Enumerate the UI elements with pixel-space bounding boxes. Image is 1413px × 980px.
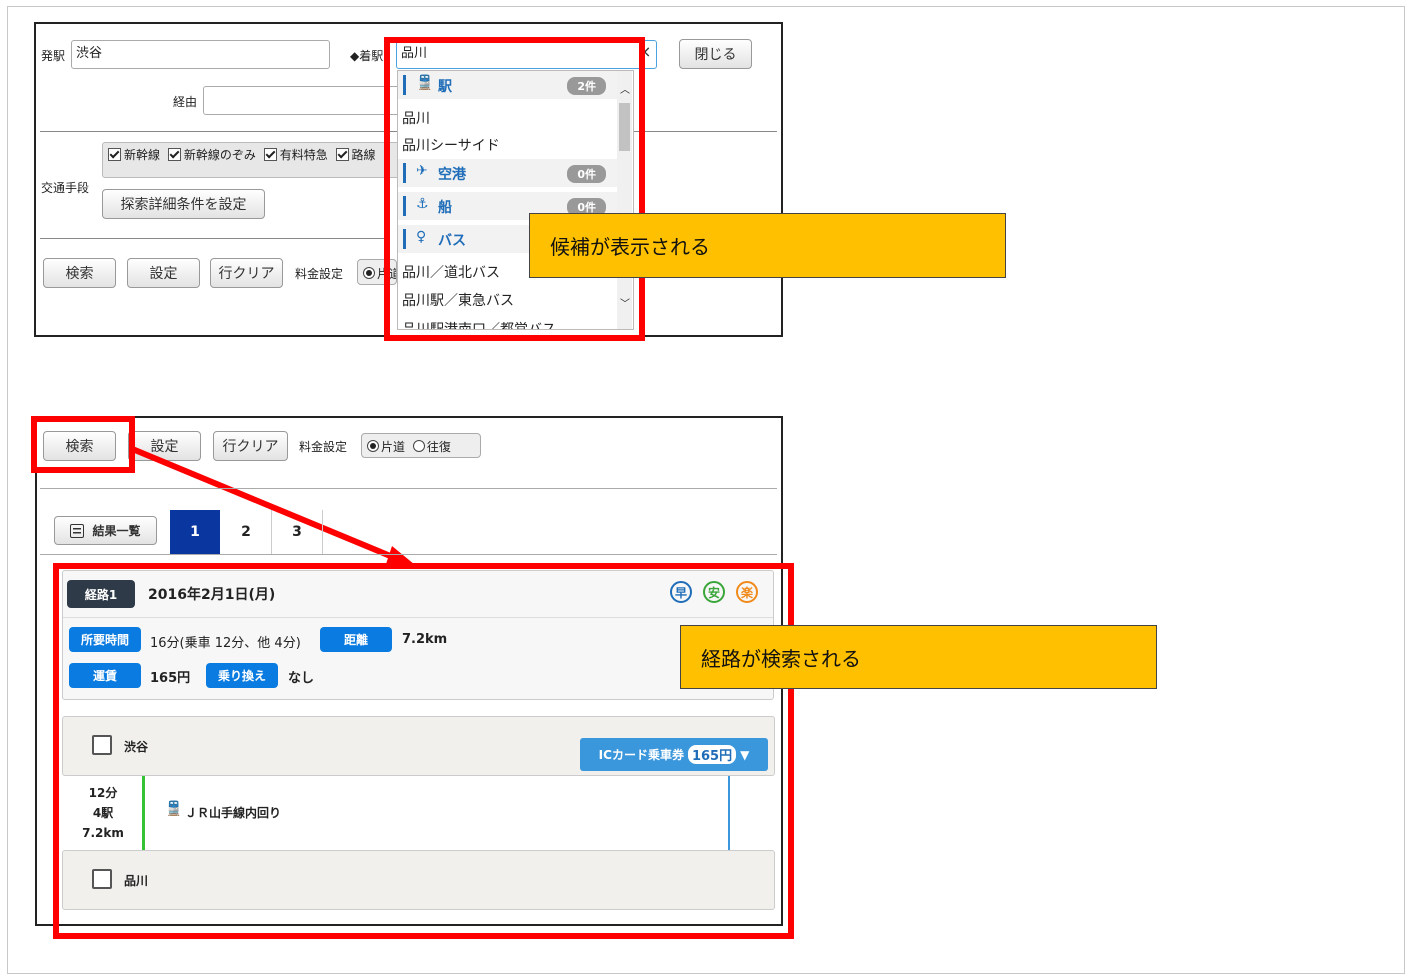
callout-route-searched: 経路が検索される	[680, 625, 1157, 689]
tab-route-1[interactable]: 1	[170, 510, 220, 554]
tab-route-3[interactable]: 3	[272, 510, 323, 554]
divider	[40, 488, 777, 489]
result-list-button[interactable]: 結果一覧	[54, 516, 157, 545]
divider	[40, 554, 777, 555]
highlight-route-result	[53, 563, 794, 939]
tab-route-2[interactable]: 2	[221, 510, 272, 554]
list-icon	[70, 523, 85, 538]
